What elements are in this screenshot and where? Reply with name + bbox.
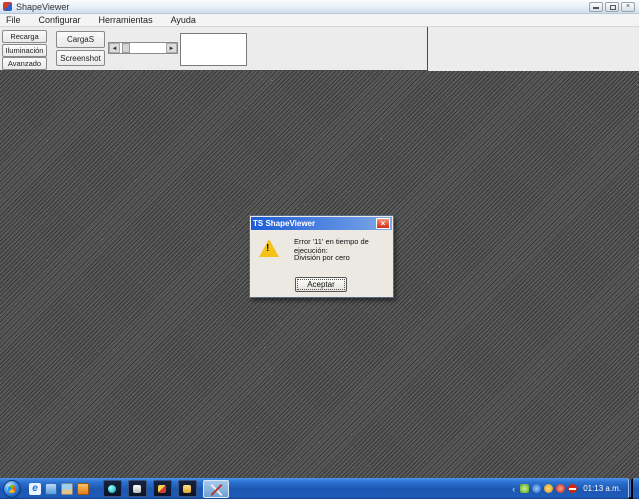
- start-button[interactable]: [3, 480, 21, 498]
- windows-flag-icon: [6, 483, 17, 494]
- minimize-button[interactable]: [589, 2, 603, 12]
- avanzado-button[interactable]: Avanzado: [2, 57, 47, 70]
- desktop: ShapeViewer × File Configurar Herramient…: [0, 0, 639, 499]
- task2-icon: [133, 485, 141, 493]
- shape-listbox[interactable]: [180, 33, 247, 66]
- task-button-4[interactable]: [178, 480, 197, 497]
- scroll-right-button[interactable]: ►: [166, 43, 177, 53]
- photo-icon[interactable]: [61, 483, 73, 495]
- scroll-left-button[interactable]: ◄: [109, 43, 120, 53]
- dialog-close-icon: ×: [381, 219, 386, 228]
- dialog-titlebar[interactable]: TS ShapeViewer ×: [251, 217, 392, 230]
- tray-icon-green[interactable]: [520, 484, 529, 493]
- dialog-close-button[interactable]: ×: [376, 218, 390, 229]
- tray-icon-gold[interactable]: [544, 484, 553, 493]
- tray-icon-blocked[interactable]: [568, 484, 577, 493]
- screenshot-button[interactable]: Screenshot: [56, 50, 105, 66]
- animation-scrollbar[interactable]: ◄ ►: [108, 42, 178, 54]
- tray-icon-blue[interactable]: [532, 484, 541, 493]
- aceptar-button[interactable]: Aceptar: [295, 277, 347, 292]
- ie-glyph: e: [32, 483, 38, 494]
- app-launcher-icon[interactable]: [77, 483, 89, 495]
- task-button-2[interactable]: [128, 480, 147, 497]
- maximize-icon: [610, 5, 616, 10]
- close-icon: ×: [626, 3, 630, 10]
- system-tray: ‹ 01:13 a.m.: [510, 478, 633, 499]
- cargas-button[interactable]: CargaS: [56, 31, 105, 48]
- menu-ayuda[interactable]: Ayuda: [169, 15, 198, 25]
- show-desktop-button[interactable]: [628, 478, 633, 499]
- quick-launch: e: [29, 483, 89, 495]
- toolbar: Recarga Iluminación Avanzado CargaS Scre…: [0, 27, 428, 71]
- menu-file[interactable]: File: [4, 15, 23, 25]
- iluminacion-button[interactable]: Iluminación: [2, 44, 47, 57]
- recarga-button[interactable]: Recarga: [2, 30, 47, 43]
- maximize-button[interactable]: [605, 2, 619, 12]
- window-title: ShapeViewer: [16, 2, 69, 12]
- menubar: File Configurar Herramientas Ayuda: [0, 14, 639, 27]
- scroll-right-icon: ►: [169, 46, 175, 52]
- taskbar: e ‹ 01:13 a.m.: [0, 478, 639, 499]
- window-controls: ×: [589, 2, 635, 12]
- taskbar-clock[interactable]: 01:13 a.m.: [583, 484, 621, 493]
- scrollbar-thumb[interactable]: [122, 43, 130, 53]
- task4-icon: [183, 485, 191, 493]
- app-icon: [3, 2, 12, 11]
- scroll-left-icon: ◄: [112, 46, 118, 52]
- minimize-icon: [593, 7, 599, 9]
- tray-expand-chevron[interactable]: ‹: [510, 484, 517, 494]
- menu-herramientas[interactable]: Herramientas: [97, 15, 155, 25]
- window-titlebar[interactable]: ShapeViewer ×: [0, 0, 639, 14]
- task-button-3[interactable]: [153, 480, 172, 497]
- menu-configurar[interactable]: Configurar: [37, 15, 83, 25]
- tray-icon-red[interactable]: [556, 484, 565, 493]
- folder-icon[interactable]: [45, 483, 57, 495]
- close-button[interactable]: ×: [621, 2, 635, 12]
- error-dialog: TS ShapeViewer × ! Error '11' en tiempo …: [249, 215, 394, 298]
- browser-icon[interactable]: e: [29, 483, 41, 495]
- scrollbar-track[interactable]: [120, 43, 166, 53]
- task1-icon: [108, 485, 116, 493]
- task3-icon: [158, 485, 166, 493]
- warning-exclamation: !: [266, 243, 269, 254]
- task-buttons: [103, 480, 229, 498]
- error-message-line2: División por cero: [294, 253, 392, 262]
- task-button-1[interactable]: [103, 480, 122, 497]
- chevron-left-icon: ‹: [512, 484, 515, 494]
- dialog-title: TS ShapeViewer: [253, 219, 376, 228]
- task-button-shapeviewer-active[interactable]: [203, 480, 229, 498]
